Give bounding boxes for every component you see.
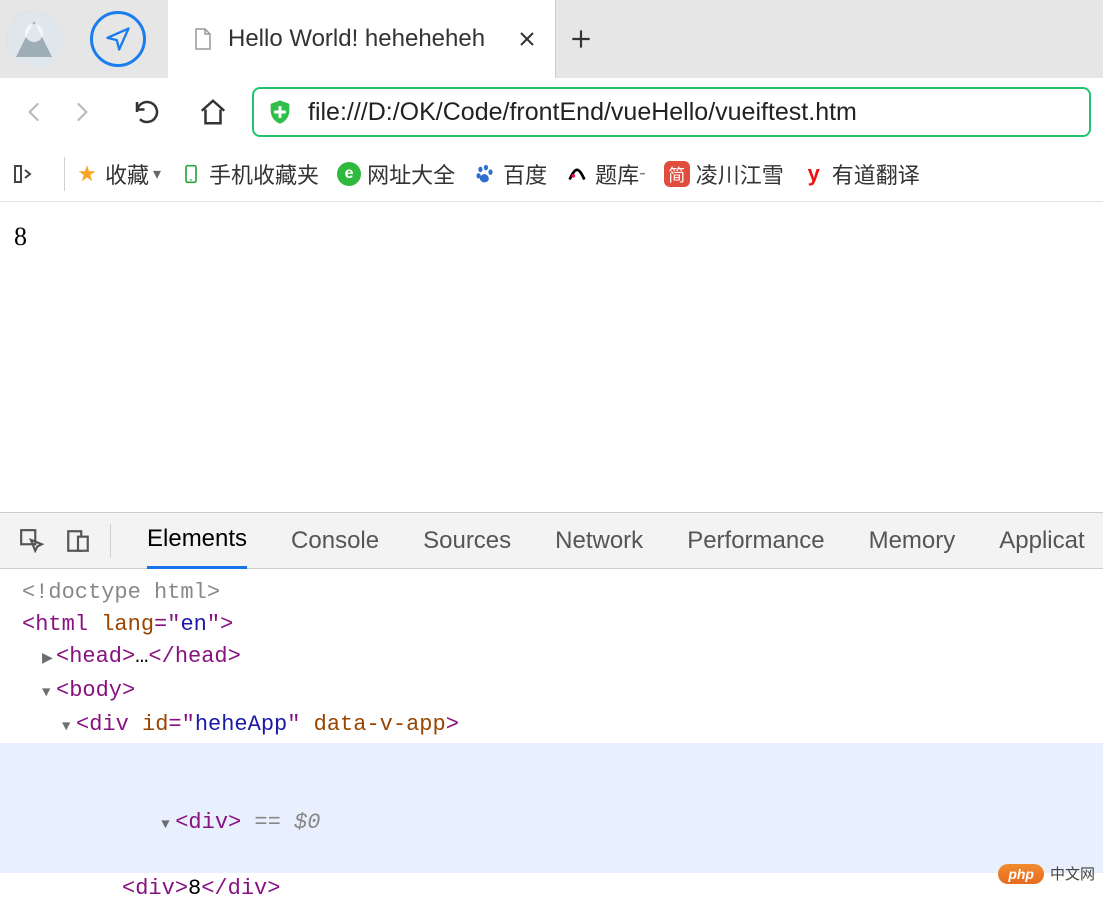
page-file-icon	[190, 27, 214, 51]
close-tab-button[interactable]	[513, 25, 541, 53]
profile-avatar[interactable]	[6, 11, 62, 67]
chevron-down-icon: ▾	[153, 164, 161, 184]
dom-line[interactable]: ▶<head>…</head>	[0, 641, 1103, 675]
bookmark-mobile-favorites[interactable]: 手机收藏夹	[179, 158, 319, 190]
sidebar-toggle-icon[interactable]	[12, 162, 36, 186]
bookmark-site-nav[interactable]: e 网址大全	[337, 158, 455, 190]
devtools-tab-console[interactable]: Console	[291, 513, 379, 569]
devtools-panel: Elements Console Sources Network Perform…	[0, 512, 1103, 904]
inspect-element-icon[interactable]	[14, 523, 50, 559]
home-button[interactable]	[190, 89, 236, 135]
tab-title: Hello World! heheheheh	[228, 25, 513, 53]
devtools-tab-sources[interactable]: Sources	[423, 513, 511, 569]
back-button[interactable]	[12, 89, 58, 135]
bookmark-label: 凌川江雪	[696, 158, 784, 190]
security-shield-icon	[266, 98, 294, 126]
dom-line[interactable]: <div>8</div>	[0, 873, 1103, 904]
baidu-icon	[473, 162, 497, 186]
dom-line-selected[interactable]: ••• ▼<div> == $0	[0, 743, 1103, 873]
bookmark-lingchuan[interactable]: 简 凌川江雪	[664, 158, 784, 190]
devtools-tab-performance[interactable]: Performance	[687, 513, 824, 569]
address-bar[interactable]: file:///D:/OK/Code/frontEnd/vueHello/vue…	[252, 87, 1091, 137]
tiku-icon	[565, 162, 589, 186]
jian-icon: 简	[664, 161, 690, 187]
bookmark-label: 百度	[503, 158, 547, 190]
bookmark-youdao[interactable]: y 有道翻译	[802, 158, 920, 190]
devtools-tabbar: Elements Console Sources Network Perform…	[0, 513, 1103, 569]
bookmark-label: 有道翻译	[832, 158, 920, 190]
url-text: file:///D:/OK/Code/frontEnd/vueHello/vue…	[308, 98, 857, 127]
star-icon: ★	[75, 162, 99, 186]
bookmark-baidu[interactable]: 百度	[473, 158, 547, 190]
php-badge: php	[998, 864, 1044, 884]
forward-button[interactable]	[58, 89, 104, 135]
devtools-tab-memory[interactable]: Memory	[869, 513, 956, 569]
selected-indicator: == $0	[241, 810, 320, 835]
phone-icon	[179, 162, 203, 186]
watermark-text: 中文网	[1050, 863, 1095, 884]
reload-button[interactable]	[124, 89, 170, 135]
bookmark-label: 手机收藏夹	[209, 158, 319, 190]
elements-tree[interactable]: <!doctype html> <html lang="en"> ▶<head>…	[0, 569, 1103, 904]
separator	[64, 157, 65, 191]
devtools-tab-application[interactable]: Applicat	[999, 513, 1084, 569]
browser-tab-strip: Hello World! heheheheh	[0, 0, 1103, 78]
separator	[110, 524, 111, 558]
devtools-tab-elements[interactable]: Elements	[147, 513, 247, 569]
bookmark-bar: ★ 收藏 ▾ 手机收藏夹 e 网址大全 百度 题库 - 简 凌川江雪 y 有道翻…	[0, 146, 1103, 202]
watermark: php 中文网	[998, 863, 1095, 884]
bookmark-label: 网址大全	[367, 158, 455, 190]
youdao-icon: y	[802, 162, 826, 186]
bookmark-favorites[interactable]: ★ 收藏 ▾	[75, 158, 161, 190]
dom-line[interactable]: <html lang="en">	[0, 609, 1103, 641]
bookmark-label: 收藏	[105, 158, 149, 190]
browser-tab-active[interactable]: Hello World! heheheheh	[168, 0, 556, 78]
page-text: 8	[14, 222, 27, 251]
dom-line[interactable]: <!doctype html>	[0, 577, 1103, 609]
page-content: 8	[0, 202, 1103, 512]
devtools-tab-network[interactable]: Network	[555, 513, 643, 569]
new-tab-button[interactable]	[556, 0, 606, 78]
bookmark-label: 题库	[595, 158, 639, 190]
dom-line[interactable]: ▼<div id="heheApp" data-v-app>	[0, 709, 1103, 743]
navigation-bar: file:///D:/OK/Code/frontEnd/vueHello/vue…	[0, 78, 1103, 146]
navigation-arrow-icon[interactable]	[90, 11, 146, 67]
dash: -	[639, 162, 646, 185]
device-toggle-icon[interactable]	[60, 523, 96, 559]
360-icon: e	[337, 162, 361, 186]
dom-line[interactable]: ▼<body>	[0, 675, 1103, 709]
bookmark-tiku[interactable]: 题库 -	[565, 158, 646, 190]
